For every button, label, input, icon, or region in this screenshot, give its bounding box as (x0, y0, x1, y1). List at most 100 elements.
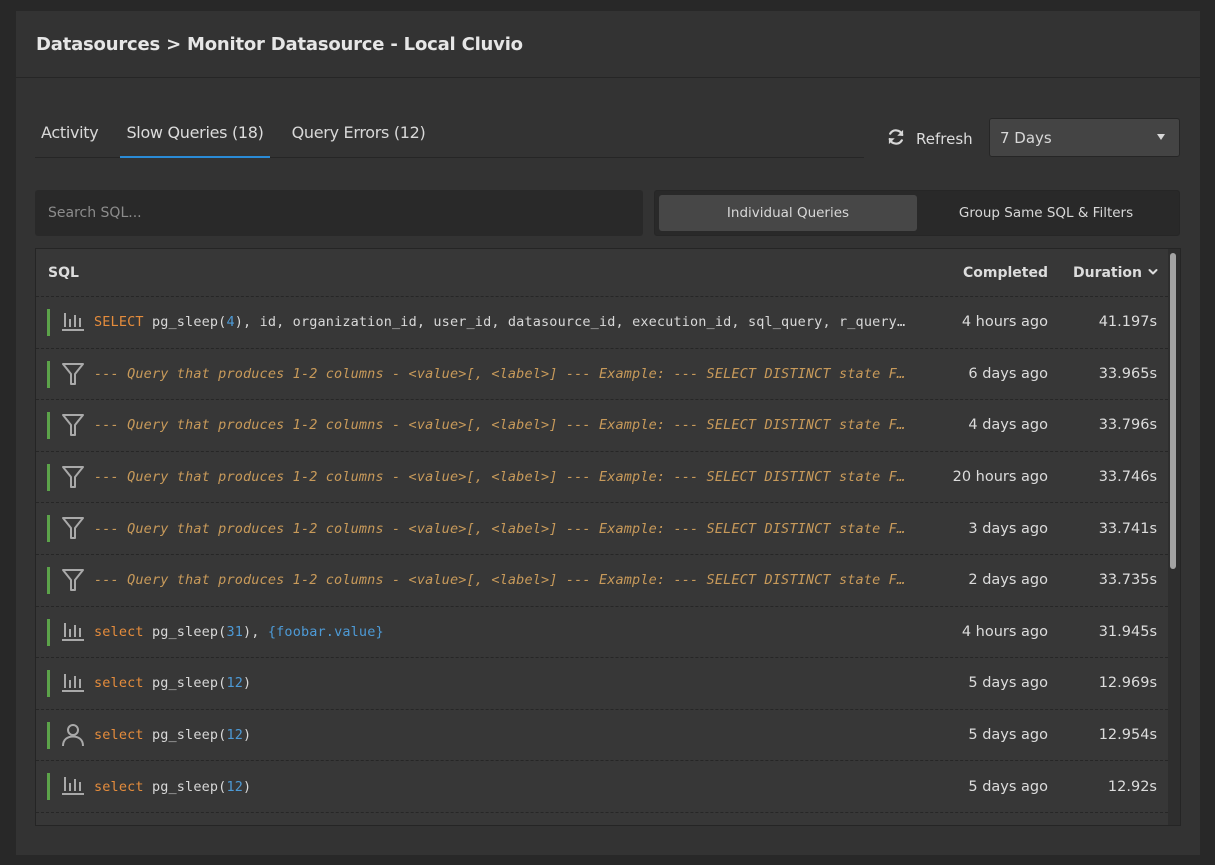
status-indicator (47, 566, 50, 594)
column-header-sql: SQL (48, 264, 79, 281)
completed-time: 6 days ago (968, 365, 1048, 382)
caret-down-icon (1157, 134, 1165, 140)
sql-token: pg_sleep( (143, 314, 227, 331)
sql-token: select (94, 675, 144, 692)
duration-value: 33.746s (1098, 469, 1157, 486)
completed-time: 2 days ago (968, 572, 1048, 589)
refresh-icon (886, 127, 906, 151)
time-range-select[interactable]: 7 Days (989, 118, 1180, 157)
filter-icon (61, 362, 85, 386)
column-header-duration-label: Duration (1072, 264, 1142, 281)
monitor-panel: Datasources > Monitor Datasource - Local… (16, 11, 1200, 855)
sort-desc-icon (1148, 265, 1158, 281)
search-sql-input[interactable] (35, 190, 643, 236)
completed-time: 5 days ago (968, 778, 1048, 795)
sql-token: pg_sleep( (143, 778, 227, 795)
sql-token: 12 (226, 727, 244, 744)
table-row[interactable]: SELECT pg_sleep(4), id, organization_id,… (36, 297, 1168, 349)
segment-label: Group Same SQL & Filters (958, 205, 1134, 221)
table-row[interactable]: --- Query that produces 1-2 columns - <v… (36, 400, 1168, 452)
sql-text: --- Query that produces 1-2 columns - <v… (94, 521, 912, 537)
completed-time: 5 days ago (968, 727, 1048, 744)
sql-token: ) (243, 778, 252, 795)
table-row[interactable]: select pg_sleep(12) 5 days ago 12.969s (36, 658, 1168, 710)
filter-icon (61, 413, 85, 437)
completed-time: 20 hours ago (952, 469, 1048, 486)
sql-token: ) (243, 675, 252, 692)
sql-token: --- Query that produces 1-2 columns - <v… (94, 469, 912, 486)
sql-token: 12 (226, 675, 244, 692)
table-row[interactable]: select pg_sleep(31), {foobar.value} 4 hou… (36, 607, 1168, 659)
chart-icon (61, 671, 85, 695)
sql-token: ), id, organization_id, user_id, datasou… (234, 314, 912, 331)
sql-token: 31 (226, 623, 244, 640)
sql-token: --- Query that produces 1-2 columns - <v… (94, 417, 912, 434)
duration-value: 33.965s (1098, 365, 1157, 382)
table-row[interactable]: select pg_sleep(12) 5 days ago 12.92s (36, 761, 1168, 813)
sql-token: 12 (226, 778, 244, 795)
duration-value: 12.92s (1107, 778, 1157, 795)
status-indicator (47, 670, 50, 698)
status-indicator (47, 618, 50, 646)
duration-value: 12.954s (1098, 727, 1157, 744)
sql-token: 4 (226, 314, 235, 331)
sql-token: pg_sleep( (143, 727, 227, 744)
status-indicator (47, 463, 50, 491)
tab-activity[interactable]: Activity (35, 117, 104, 157)
status-indicator (47, 412, 50, 440)
sql-token: {foobar.value} (267, 623, 384, 640)
sql-token: --- Query that produces 1-2 columns - <v… (94, 572, 912, 589)
chart-icon (61, 774, 85, 798)
sql-text: select pg_sleep(12) (94, 727, 912, 743)
table-row[interactable]: select pg_sleep(12) 5 days ago 12.954s (36, 710, 1168, 762)
filter-icon (61, 465, 85, 489)
tab-label: Query Errors (12) (291, 123, 426, 142)
sql-token: ), (243, 623, 268, 640)
column-header-duration[interactable]: Duration (1048, 265, 1168, 281)
sql-token: pg_sleep( (143, 623, 227, 640)
tab-query-errors[interactable]: Query Errors (12) (286, 117, 432, 157)
tab-label: Slow Queries (18) (126, 123, 264, 142)
table-row[interactable]: --- Query that produces 1-2 columns - <v… (36, 503, 1168, 555)
duration-value: 33.796s (1098, 417, 1157, 434)
filter-icon (61, 516, 85, 540)
time-range-value: 7 Days (1000, 128, 1052, 147)
refresh-button[interactable]: Refresh (886, 127, 973, 151)
completed-time: 5 days ago (968, 675, 1048, 692)
completed-time: 4 days ago (968, 417, 1048, 434)
sql-text: --- Query that produces 1-2 columns - <v… (94, 366, 912, 382)
tab-slow-queries[interactable]: Slow Queries (18) (120, 117, 270, 158)
slow-queries-table: SQL Completed Duration SELECT pg_sleep(4… (35, 248, 1181, 826)
sql-token: --- Query that produces 1-2 columns - <v… (94, 365, 912, 382)
duration-value: 33.741s (1098, 520, 1157, 537)
sql-token: select (94, 623, 144, 640)
status-indicator (47, 721, 50, 749)
completed-time: 4 hours ago (961, 314, 1048, 331)
refresh-label: Refresh (916, 130, 973, 148)
sql-token: ) (243, 727, 252, 744)
status-indicator (47, 515, 50, 543)
sql-token: pg_sleep( (143, 675, 227, 692)
individual-queries-button[interactable]: Individual Queries (659, 195, 917, 231)
breadcrumb: Datasources > Monitor Datasource - Local… (36, 33, 523, 55)
status-indicator (47, 773, 50, 801)
sql-text: select pg_sleep(12) (94, 779, 912, 795)
duration-value: 33.735s (1098, 572, 1157, 589)
sql-text: --- Query that produces 1-2 columns - <v… (94, 417, 912, 433)
table-row[interactable]: --- Query that produces 1-2 columns - <v… (36, 452, 1168, 504)
tab-label: Activity (41, 123, 99, 142)
duration-value: 12.969s (1098, 675, 1157, 692)
table-row[interactable]: --- Query that produces 1-2 columns - <v… (36, 555, 1168, 607)
duration-value: 31.945s (1098, 623, 1157, 640)
sql-token: SELECT (94, 314, 144, 331)
segment-label: Individual Queries (726, 205, 850, 221)
table-row[interactable]: --- Query that produces 1-2 columns - <v… (36, 349, 1168, 401)
sql-text: SELECT pg_sleep(4), id, organization_id,… (94, 314, 912, 330)
chart-icon (61, 310, 85, 334)
duration-value: 41.197s (1098, 314, 1157, 331)
sql-token: select (94, 778, 144, 795)
column-header-completed[interactable]: Completed (908, 265, 1048, 281)
table-scrollbar[interactable] (1170, 253, 1176, 569)
group-same-sql-button[interactable]: Group Same SQL & Filters (917, 195, 1175, 231)
table-body: SQL Completed Duration SELECT pg_sleep(4… (36, 249, 1168, 825)
